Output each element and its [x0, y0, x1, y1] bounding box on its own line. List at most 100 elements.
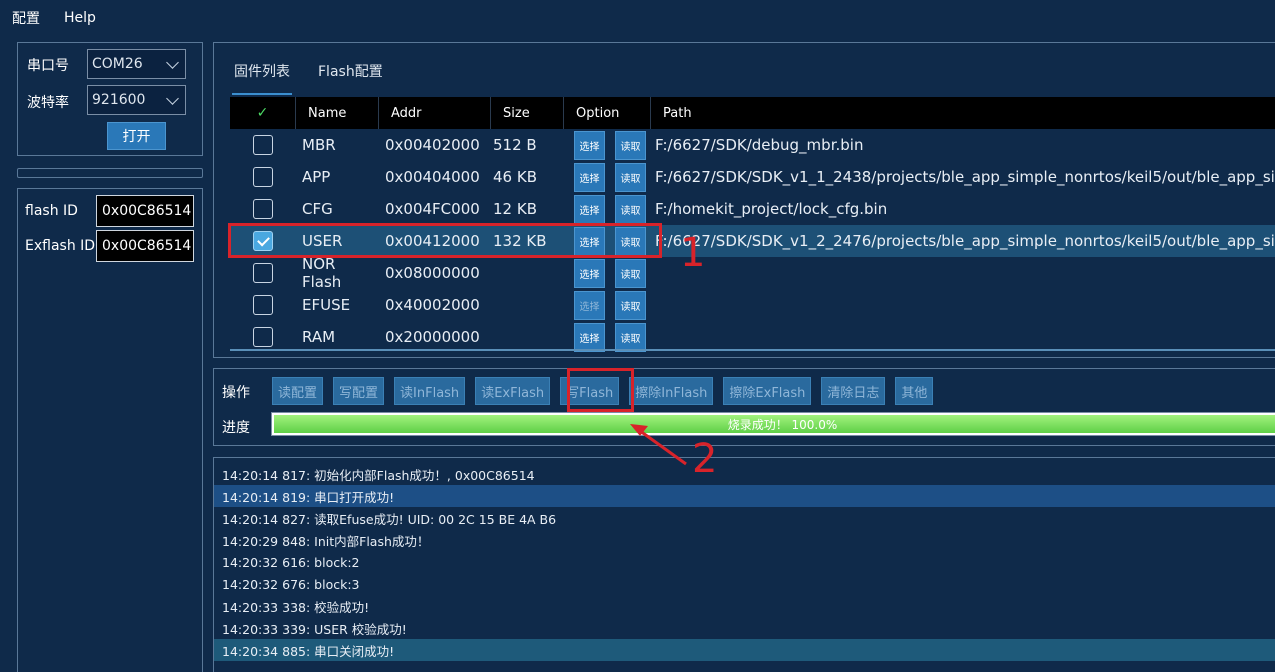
header-check[interactable]: ✓	[230, 97, 296, 129]
baud-label: 波特率	[27, 95, 69, 111]
operation-button-5[interactable]: 擦除InFlash	[629, 377, 714, 405]
flash-id-label: flash ID	[25, 203, 78, 219]
table-row[interactable]: EFUSE 0x40002000 选择 读取	[230, 289, 1275, 321]
select-file-button[interactable]: 选择	[574, 322, 605, 352]
row-name: NOR Flash	[302, 255, 342, 291]
read-button[interactable]: 读取	[615, 290, 646, 320]
menu-config[interactable]: 配置	[12, 8, 40, 28]
arrow-icon	[630, 424, 687, 466]
baud-select[interactable]: 921600	[87, 85, 186, 115]
table-header: ✓ Name Addr Size Option Path	[230, 97, 1275, 129]
row-name: MBR	[302, 136, 336, 154]
row-checkbox[interactable]	[253, 167, 273, 187]
read-button[interactable]: 读取	[615, 162, 646, 192]
table-row[interactable]: NOR Flash 0x08000000 选择 读取	[230, 255, 1275, 291]
select-file-button[interactable]: 选择	[574, 258, 605, 288]
row-check-cell	[230, 263, 296, 283]
row-check-cell	[230, 167, 296, 187]
operation-button-8[interactable]: 其他	[895, 377, 934, 405]
exflash-id-label: Exflash ID	[25, 238, 96, 254]
row-check-cell	[230, 135, 296, 155]
log-line: 14:20:14 819: 串口打开成功!	[214, 485, 1275, 507]
log-line: 14:20:33 339: USER 校验成功!	[222, 621, 407, 637]
select-file-button[interactable]: 选择	[574, 130, 605, 160]
row-path: F:/homekit_project/lock_cfg.bin	[655, 200, 888, 218]
log-line: 14:20:34 885: 串口关闭成功!	[214, 639, 1275, 661]
row-path: F:/6627/SDK/SDK_v1_2_2476/projects/ble_a…	[655, 232, 1275, 250]
log-list: 14:20:14 817: 初始化内部Flash成功！, 0x00C86514 1…	[214, 458, 1275, 661]
header-size: Size	[491, 97, 564, 129]
row-path: F:/6627/SDK/debug_mbr.bin	[655, 136, 864, 154]
operation-button-3[interactable]: 读ExFlash	[475, 377, 551, 405]
exflash-id-field[interactable]: 0x00C86514	[96, 230, 194, 262]
menu-bar: 配置 Help	[0, 0, 1275, 36]
table-row[interactable]: MBR 0x00402000 512 B 选择 读取 F:/6627/SDK/d…	[230, 129, 1275, 161]
port-label: 串口号	[27, 58, 69, 74]
row-size: 512 B	[493, 136, 537, 154]
read-button[interactable]: 读取	[615, 194, 646, 224]
row-checkbox[interactable]	[253, 199, 273, 219]
baud-value: 921600	[92, 92, 146, 108]
table-row[interactable]: APP 0x00404000 46 KB 选择 读取 F:/6627/SDK/S…	[230, 161, 1275, 193]
row-check-cell	[230, 295, 296, 315]
log-line: 14:20:33 338: 校验成功!	[222, 599, 370, 615]
row-addr: 0x004FC000	[385, 200, 480, 218]
row-addr: 0x40002000	[385, 296, 480, 314]
operation-button-6[interactable]: 擦除ExFlash	[723, 377, 812, 405]
row-addr: 0x20000000	[385, 328, 480, 346]
progress-text: 烧录成功！ 100.0%	[727, 417, 838, 432]
read-button[interactable]: 读取	[615, 258, 646, 288]
header-name: Name	[296, 97, 379, 129]
port-select[interactable]: COM26	[87, 49, 186, 79]
row-name: CFG	[302, 200, 333, 218]
log-line: 14:20:14 817: 初始化内部Flash成功！, 0x00C86514	[222, 467, 535, 483]
row-options: 选择 读取	[564, 258, 651, 288]
operations-label: 操作	[222, 385, 250, 401]
row-size: 12 KB	[493, 200, 537, 218]
row-check-cell	[230, 327, 296, 347]
row-addr: 0x00404000	[385, 168, 480, 186]
chevron-down-icon	[166, 92, 179, 105]
row-check-cell	[230, 199, 296, 219]
log-panel: 14:20:14 817: 初始化内部Flash成功！, 0x00C86514 1…	[213, 457, 1275, 672]
tab-firmware-list[interactable]: 固件列表	[232, 57, 292, 95]
operation-button-7[interactable]: 清除日志	[821, 377, 886, 405]
read-button[interactable]: 读取	[615, 130, 646, 160]
port-value: COM26	[92, 56, 143, 72]
log-line: 14:20:32 616: block:2	[222, 554, 360, 570]
row-checkbox[interactable]	[253, 327, 273, 347]
select-file-button[interactable]: 选择	[574, 194, 605, 224]
table-scrollbar[interactable]	[230, 349, 1275, 351]
header-addr: Addr	[379, 97, 491, 129]
tab-bar: 固件列表 Flash配置	[232, 57, 409, 95]
operation-button-0[interactable]: 读配置	[272, 377, 324, 405]
header-option: Option	[564, 97, 651, 129]
table-row[interactable]: CFG 0x004FC000 12 KB 选择 读取 F:/homekit_pr…	[230, 193, 1275, 225]
chevron-down-icon	[166, 56, 179, 69]
row-name: EFUSE	[302, 296, 351, 314]
row-checkbox[interactable]	[253, 135, 273, 155]
row-path: F:/6627/SDK/SDK_v1_1_2438/projects/ble_a…	[655, 168, 1275, 186]
read-button[interactable]: 读取	[615, 322, 646, 352]
operation-button-1[interactable]: 写配置	[333, 377, 385, 405]
row-checkbox[interactable]	[253, 295, 273, 315]
row-size: 46 KB	[493, 168, 537, 186]
menu-help[interactable]: Help	[64, 10, 96, 26]
flash-id-panel: flash ID 0x00C86514 Exflash ID 0x00C8651…	[17, 188, 203, 672]
log-line: 14:20:32 676: block:3	[222, 576, 360, 592]
open-port-button[interactable]: 打开	[107, 122, 166, 150]
row-addr: 0x00402000	[385, 136, 480, 154]
row-addr: 0x08000000	[385, 264, 480, 282]
progress-bar: 烧录成功！ 100.0%	[271, 412, 1275, 436]
row-name: APP	[302, 168, 331, 186]
annotation-box-2	[567, 368, 634, 412]
check-icon: ✓	[256, 105, 269, 121]
select-file-button[interactable]: 选择	[574, 290, 605, 320]
tab-flash-config[interactable]: Flash配置	[316, 57, 385, 95]
progress-fill: 烧录成功！ 100.0%	[274, 415, 1275, 433]
flash-id-field[interactable]: 0x00C86514	[96, 195, 194, 227]
select-file-button[interactable]: 选择	[574, 162, 605, 192]
row-checkbox[interactable]	[253, 263, 273, 283]
status-strip	[17, 168, 203, 178]
operation-button-2[interactable]: 读InFlash	[394, 377, 466, 405]
